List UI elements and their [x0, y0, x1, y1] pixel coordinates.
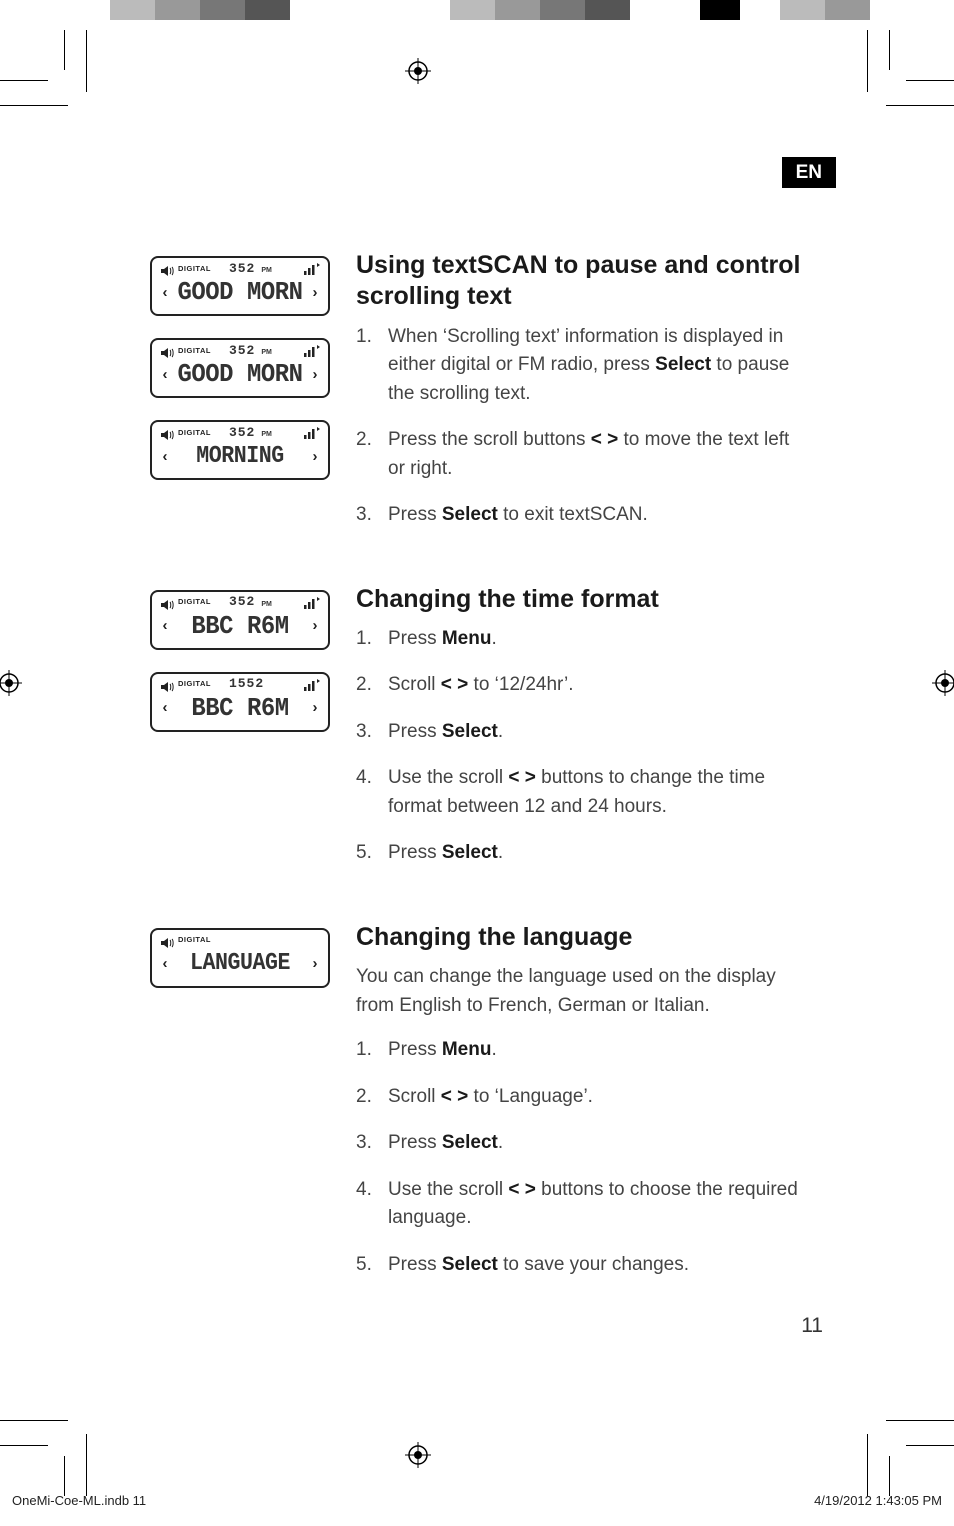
lcd-main-text: MORNING [177, 443, 303, 470]
list-item: When ‘Scrolling text’ information is dis… [356, 323, 810, 409]
digital-label: DIGITAL [178, 935, 211, 944]
digital-label: DIGITAL [178, 428, 211, 437]
speaker-icon [160, 345, 174, 355]
list-item: Scroll < > to ‘12/24hr’. [356, 671, 810, 700]
list-item: Use the scroll < > buttons to change the… [356, 764, 810, 821]
lcd-main-text: GOOD MORN [176, 359, 305, 389]
left-arrow-icon: ‹ [160, 284, 170, 301]
lcd-panel: DIGITAL 352 PM ‹ BBC R6M › [150, 590, 330, 650]
lcd-time: 1552 [229, 676, 264, 691]
signal-icon [304, 344, 320, 356]
left-arrow-icon: ‹ [160, 955, 170, 972]
speaker-icon [160, 263, 174, 273]
list-item: Press Select. [356, 718, 810, 747]
left-arrow-icon: ‹ [160, 366, 170, 383]
left-arrow-icon: ‹ [160, 617, 170, 634]
speaker-icon [160, 679, 174, 689]
signal-icon [304, 596, 320, 608]
speaker-icon [160, 597, 174, 607]
lcd-pm: PM [261, 267, 272, 275]
digital-label: DIGITAL [178, 679, 211, 688]
lcd-panel: DIGITAL 352 PM ‹ MORNING › [150, 420, 330, 480]
digital-label: DIGITAL [178, 264, 211, 273]
registration-mark [0, 670, 22, 696]
lcd-panel: DIGITAL 352 PM ‹ GOOD MORN › [150, 256, 330, 316]
section-heading: Changing the time format [356, 584, 810, 615]
registration-mark [932, 670, 954, 696]
instruction-list: When ‘Scrolling text’ information is dis… [356, 323, 810, 530]
lcd-main-text: LANGUAGE [177, 950, 303, 977]
page-number: 11 [801, 1314, 823, 1338]
footer-datetime: 4/19/2012 1:43:05 PM [814, 1493, 942, 1508]
right-arrow-icon: › [310, 955, 320, 972]
page-content: DIGITAL 352 PM ‹ GOOD MORN › DIGITAL 352… [150, 250, 810, 1333]
registration-mark [405, 58, 431, 84]
list-item: Press Select to save your changes. [356, 1251, 810, 1280]
right-arrow-icon: › [310, 284, 320, 301]
list-item: Press Select. [356, 1129, 810, 1158]
digital-label: DIGITAL [178, 346, 211, 355]
signal-icon [304, 426, 320, 438]
lcd-pm: PM [261, 601, 272, 609]
lcd-time: 352 [229, 343, 255, 358]
lcd-pm: PM [261, 431, 272, 439]
printer-marks-top [0, 0, 954, 30]
lcd-time: 352 [229, 594, 255, 609]
instruction-list: Press Menu. Scroll < > to ‘Language’. Pr… [356, 1036, 810, 1279]
speaker-icon [160, 427, 174, 437]
lcd-main-text: BBC R6M [176, 611, 305, 641]
lcd-panel: DIGITAL 352 PM ‹ GOOD MORN › [150, 338, 330, 398]
lcd-panel: DIGITAL ‹ LANGUAGE › [150, 928, 330, 988]
section-heading: Using textSCAN to pause and control scro… [356, 250, 810, 313]
list-item: Press the scroll buttons < > to move the… [356, 426, 810, 483]
instruction-list: Press Menu. Scroll < > to ‘12/24hr’. Pre… [356, 625, 810, 868]
lcd-panel: DIGITAL 1552 ‹ BBC R6M › [150, 672, 330, 732]
lcd-main-text: GOOD MORN [176, 277, 305, 307]
section-heading: Changing the language [356, 922, 810, 953]
lcd-time: 352 [229, 425, 255, 440]
digital-label: DIGITAL [178, 597, 211, 606]
list-item: Press Select. [356, 839, 810, 868]
left-arrow-icon: ‹ [160, 699, 170, 716]
left-arrow-icon: ‹ [160, 448, 170, 465]
list-item: Scroll < > to ‘Language’. [356, 1083, 810, 1112]
signal-icon [304, 262, 320, 274]
language-tab: EN [782, 157, 836, 188]
lcd-main-text: BBC R6M [176, 693, 305, 723]
section-intro: You can change the language used on the … [356, 963, 810, 1020]
right-arrow-icon: › [310, 448, 320, 465]
right-arrow-icon: › [310, 617, 320, 634]
lcd-pm: PM [261, 349, 272, 357]
list-item: Use the scroll < > buttons to choose the… [356, 1176, 810, 1233]
right-arrow-icon: › [310, 699, 320, 716]
right-arrow-icon: › [310, 366, 320, 383]
footer-file: OneMi-Coe-ML.indb 11 [12, 1493, 146, 1508]
registration-mark [405, 1442, 431, 1468]
signal-icon [304, 678, 320, 690]
list-item: Press Select to exit textSCAN. [356, 501, 810, 530]
lcd-time: 352 [229, 261, 255, 276]
list-item: Press Menu. [356, 1036, 810, 1065]
speaker-icon [160, 935, 174, 945]
list-item: Press Menu. [356, 625, 810, 654]
